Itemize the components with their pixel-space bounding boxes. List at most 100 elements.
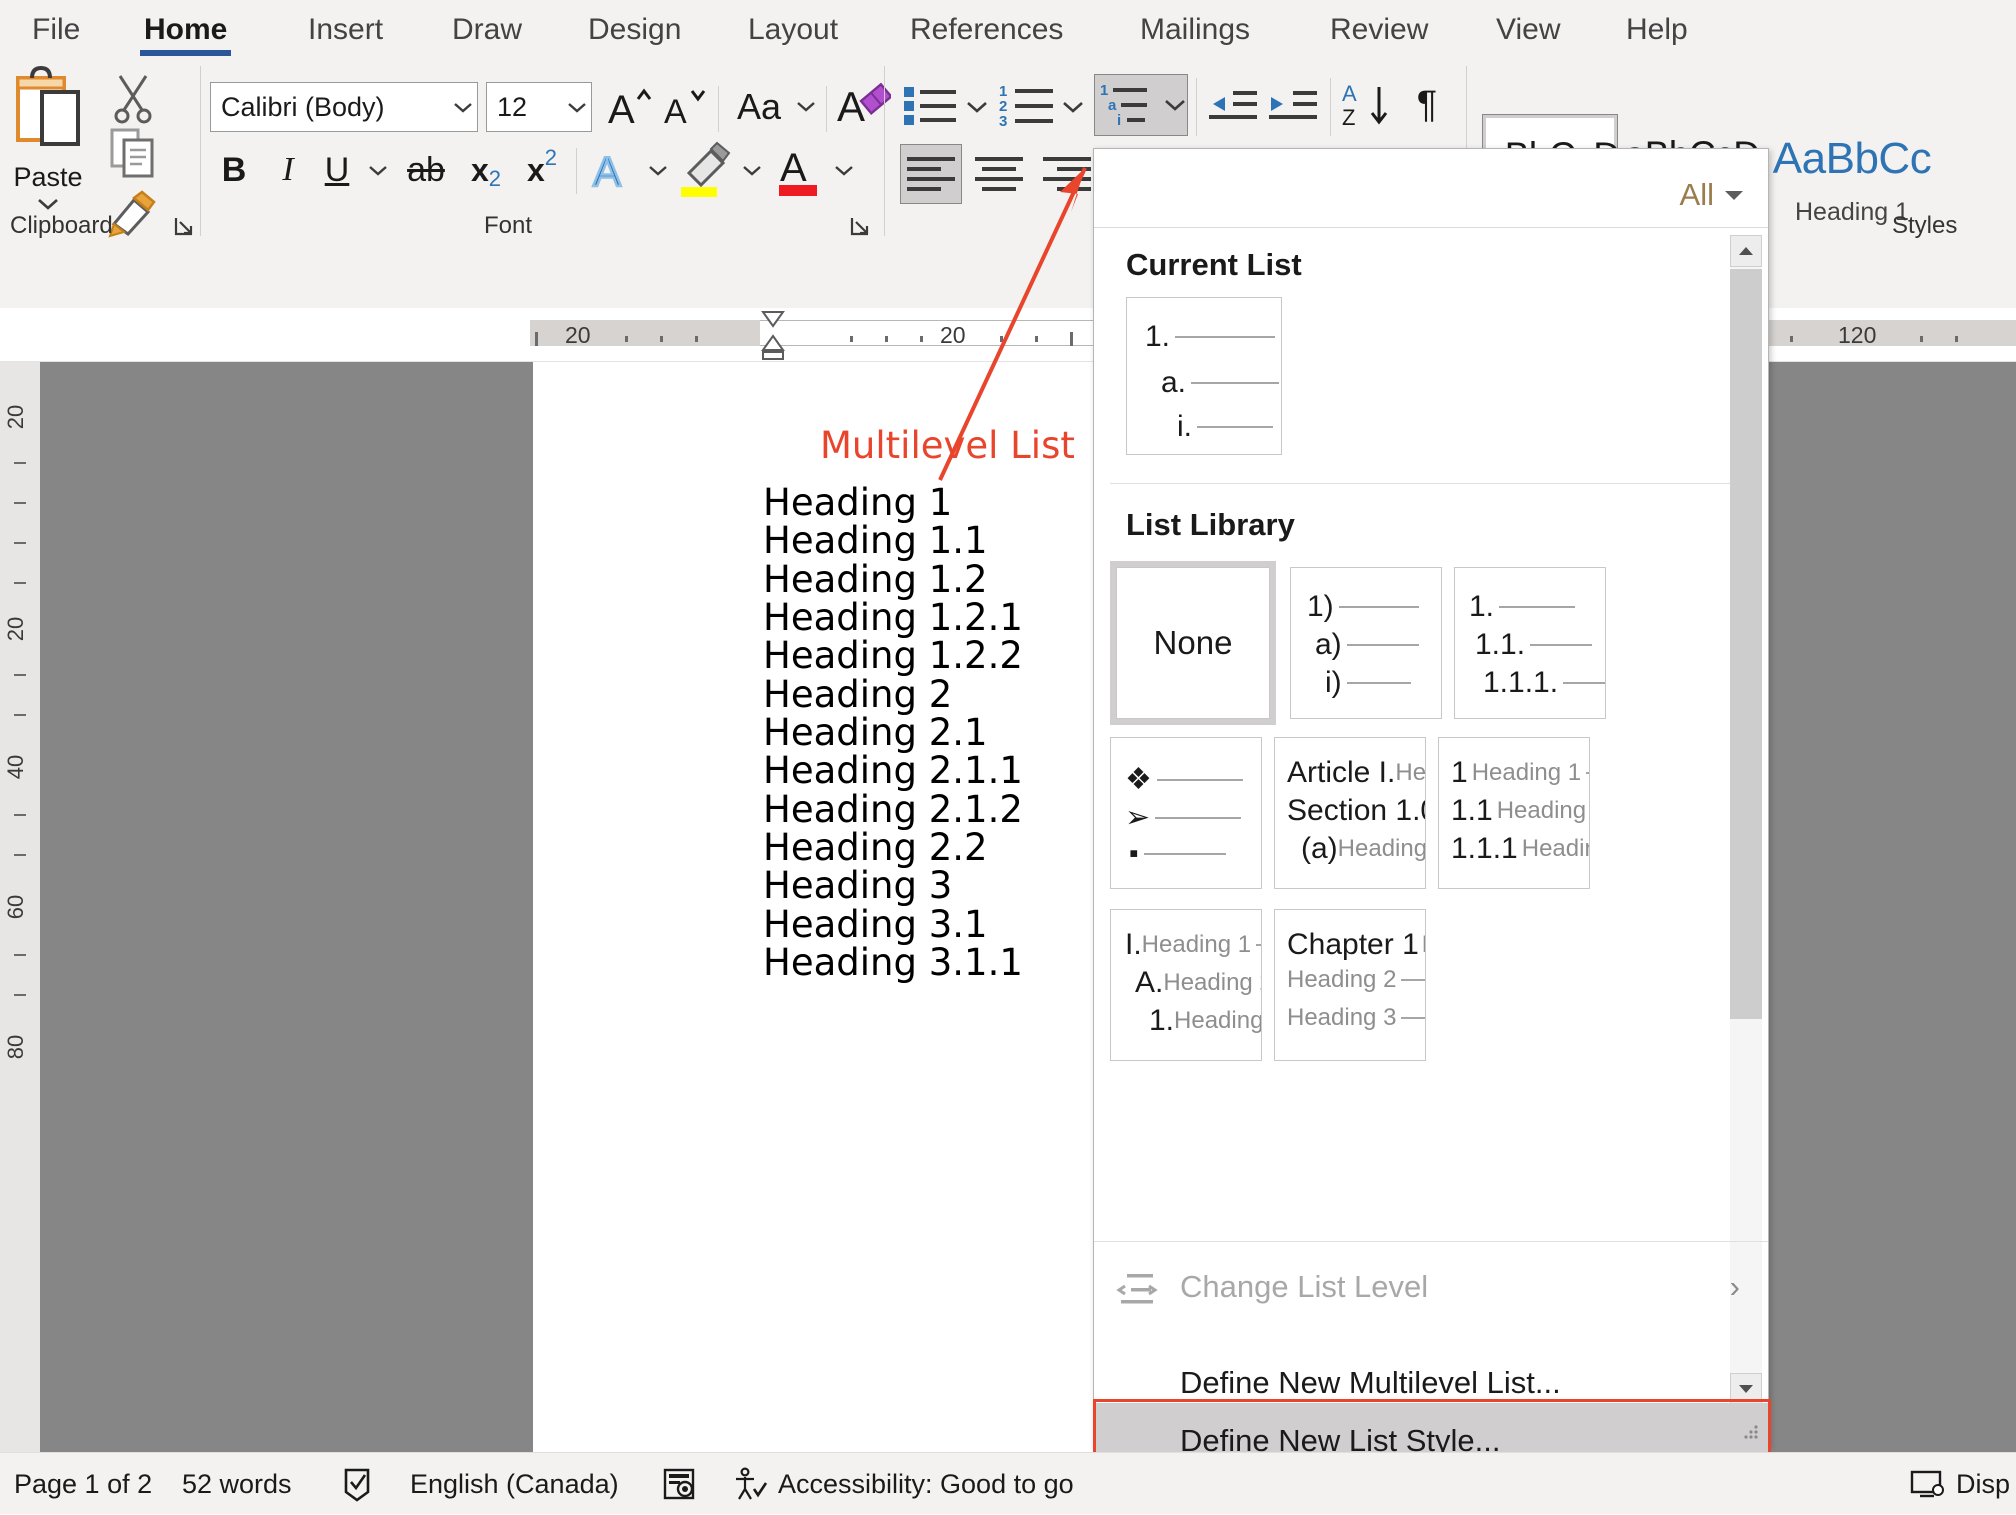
scrollbar-thumb[interactable] <box>1730 269 1762 1019</box>
status-display-settings[interactable]: Disp <box>1910 1453 2010 1515</box>
current-list-tile[interactable]: 1. a. i. <box>1126 297 1282 455</box>
ribbon-tab-help[interactable]: Help <box>1608 0 1706 60</box>
show-formatting-marks-button[interactable]: ¶ <box>1400 76 1454 134</box>
status-accessibility[interactable]: Accessibility: Good to go <box>730 1453 1074 1515</box>
list-marker: Chapter 1 <box>1287 928 1419 961</box>
copy-button[interactable] <box>106 124 160 185</box>
status-proofing[interactable] <box>340 1453 374 1515</box>
clipboard-dialog-launcher[interactable] <box>172 214 198 240</box>
chevron-down-icon[interactable] <box>35 195 61 213</box>
ribbon-tab-layout[interactable]: Layout <box>730 0 856 60</box>
font-name-combo[interactable]: Calibri (Body) <box>210 82 478 132</box>
group-label-font: Font <box>484 212 533 239</box>
list-heading-text: Heading 3 <box>1521 835 1589 862</box>
list-row: ❖ <box>1125 762 1243 797</box>
status-word-count[interactable]: 52 words <box>182 1453 292 1515</box>
display-settings-icon <box>1910 1470 1944 1498</box>
font-color-chevron-down-icon[interactable] <box>830 156 858 184</box>
multilevel-list-dropdown[interactable]: All Current List 1. a. i. List Library N… <box>1093 148 1771 1479</box>
list-library-title: List Library <box>1126 507 1295 542</box>
numbering-chevron-down-icon[interactable] <box>1058 92 1088 122</box>
ribbon-tab-insert[interactable]: Insert <box>290 0 401 60</box>
list-tile-chapter[interactable]: Chapter 1 Hea Heading 2 Heading 3 <box>1274 909 1426 1061</box>
change-case-button[interactable]: Aa <box>726 80 792 134</box>
sort-button[interactable]: A Z <box>1338 76 1396 134</box>
ribbon-tab-mailings[interactable]: Mailings <box>1122 0 1268 60</box>
ribbon-tab-file[interactable]: File <box>14 0 98 60</box>
numbering-button[interactable]: 1 2 3 <box>996 78 1058 134</box>
status-read-aloud[interactable] <box>660 1453 698 1515</box>
list-tile-numheading[interactable]: 1 Heading 1 1.1 Heading 2 1.1.1 Heading … <box>1438 737 1590 889</box>
shrink-font-button[interactable]: A <box>660 80 712 134</box>
bullets-button[interactable] <box>900 78 962 134</box>
decrease-indent-button[interactable] <box>1204 78 1262 134</box>
chevron-down-icon[interactable] <box>563 100 591 114</box>
underline-chevron-down-icon[interactable] <box>364 156 392 184</box>
list-line <box>1156 778 1243 781</box>
change-list-level-menuitem[interactable]: Change List Level › <box>1094 1249 1768 1325</box>
strikethrough-button[interactable]: ab <box>398 144 454 196</box>
align-right-icon <box>1043 157 1091 191</box>
status-page-indicator[interactable]: Page 1 of 2 <box>14 1453 152 1515</box>
subscript-button[interactable]: x2 <box>460 144 512 196</box>
status-language[interactable]: English (Canada) <box>410 1453 619 1515</box>
italic-button[interactable]: I <box>266 144 310 196</box>
bold-button[interactable]: B <box>210 144 258 196</box>
font-dialog-launcher[interactable] <box>848 214 874 240</box>
ruler-number: 20 <box>940 322 966 348</box>
list-filter-dropdown[interactable]: All <box>1680 177 1746 213</box>
list-tile-article[interactable]: Article I. Headi Section 1.01 H (a) Head… <box>1274 737 1426 889</box>
ribbon-tab-view[interactable]: View <box>1478 0 1578 60</box>
align-left-button[interactable] <box>900 144 962 204</box>
ruler-number: 40 <box>3 754 29 780</box>
superscript-button[interactable]: x2 <box>516 144 568 196</box>
text-effects-chevron-down-icon[interactable] <box>644 156 672 184</box>
ruler-number: 20 <box>565 322 591 348</box>
ribbon-tab-references[interactable]: References <box>892 0 1081 60</box>
paste-button[interactable]: Paste <box>8 62 88 232</box>
align-center-button[interactable] <box>968 144 1030 204</box>
bullets-chevron-down-icon[interactable] <box>962 92 992 122</box>
panel-resize-grip[interactable] <box>1742 1423 1760 1441</box>
list-line <box>1401 1017 1425 1019</box>
vertical-ruler[interactable]: 20 20 40 60 80 <box>0 362 40 1452</box>
ribbon-tab-review[interactable]: Review <box>1312 0 1446 60</box>
list-tile-roman[interactable]: I. Heading 1 A. Heading 2 1. Heading 3 <box>1110 909 1262 1061</box>
list-row: 1.1.1 Heading 3 <box>1451 832 1589 866</box>
highlight-chevron-down-icon[interactable] <box>738 156 766 184</box>
font-color-button[interactable]: A <box>772 140 828 200</box>
font-size-combo[interactable]: 12 <box>486 82 592 132</box>
underline-button[interactable]: U <box>314 144 360 196</box>
grow-font-button[interactable]: A <box>604 80 656 134</box>
change-case-chevron-down-icon[interactable] <box>792 92 820 120</box>
increase-indent-button[interactable] <box>1264 78 1322 134</box>
ruler-number: 60 <box>3 894 29 920</box>
multilevel-list-button[interactable]: 1 a i <box>1094 74 1188 136</box>
list-row: 1.1. <box>1475 628 1593 662</box>
ribbon-tab-draw[interactable]: Draw <box>434 0 540 60</box>
cut-button[interactable] <box>108 70 158 129</box>
ruler-tick <box>920 336 923 342</box>
scroll-up-button[interactable] <box>1730 235 1762 267</box>
list-line <box>1175 336 1276 338</box>
list-tile-parens[interactable]: 1) a) i) <box>1290 567 1442 719</box>
text-effects-button[interactable]: A <box>586 142 642 198</box>
list-tile-bullets[interactable]: ❖ ➢ ▪ <box>1110 737 1262 889</box>
ribbon-tab-home[interactable]: Home <box>126 0 245 60</box>
ribbon-tab-design[interactable]: Design <box>570 0 699 60</box>
panel-scrollbar[interactable] <box>1730 235 1762 1405</box>
ruler-number: 120 <box>1838 322 1877 348</box>
multilevel-chevron-down-icon[interactable] <box>1163 97 1187 113</box>
highlight-button[interactable] <box>678 140 736 200</box>
chevron-down-icon[interactable] <box>449 100 477 114</box>
align-right-button[interactable] <box>1036 144 1098 204</box>
ruler-tick <box>885 336 888 342</box>
list-tile-decimal[interactable]: 1. 1.1. 1.1.1. <box>1454 567 1606 719</box>
ruler-tick <box>1790 336 1793 342</box>
list-tile-none[interactable]: None <box>1110 561 1276 725</box>
change-list-level-label: Change List Level <box>1180 1269 1429 1304</box>
font-sep-1 <box>718 86 719 132</box>
list-line <box>1197 426 1273 428</box>
commands-divider <box>1094 1241 1768 1242</box>
hanging-indent-marker[interactable] <box>760 334 786 364</box>
